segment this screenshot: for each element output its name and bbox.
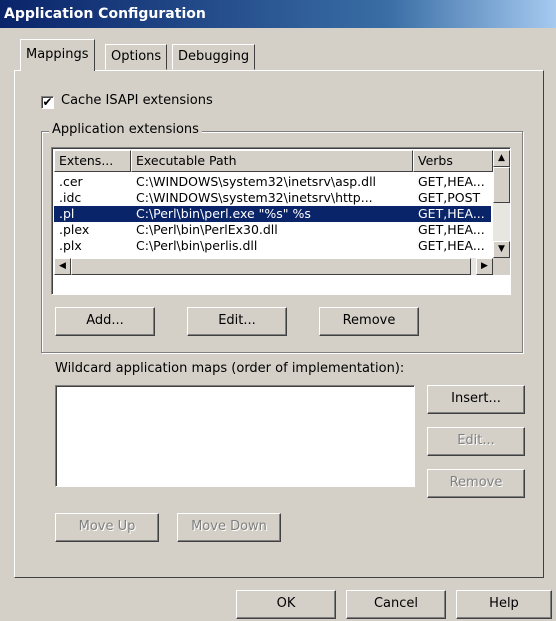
row-verbs: GET,HEA...	[418, 238, 485, 253]
tab-debugging[interactable]: Debugging	[172, 44, 256, 70]
scroll-down-arrow-icon[interactable]: ▼	[493, 241, 510, 258]
table-row[interactable]: .plex C:\Perl\bin\PerlEx30.dll GET,HEA..…	[54, 222, 485, 238]
scroll-left-arrow-icon[interactable]: ◀	[54, 258, 71, 275]
row-ext: .plex	[59, 222, 90, 237]
column-header-executable-path[interactable]: Executable Path	[131, 150, 413, 172]
remove-wildcard-button[interactable]: Remove	[427, 469, 525, 498]
row-ext: .plx	[59, 238, 82, 253]
add-extension-button[interactable]: Add...	[55, 307, 155, 336]
table-row[interactable]: .cer C:\WINDOWS\system32\inetsrv\asp.dll…	[54, 174, 485, 190]
horizontal-scroll-thumb[interactable]	[71, 258, 471, 275]
row-verbs: GET,HEA...	[418, 222, 485, 237]
extensions-listview[interactable]: Extens... Executable Path Verbs .cer C:\…	[51, 147, 511, 295]
mappings-panel: ✔ Cache ISAPI extensions Application ext…	[14, 70, 544, 578]
row-verbs: GET,HEA...	[418, 206, 485, 221]
application-extensions-legend: Application extensions	[49, 122, 202, 137]
tab-options[interactable]: Options	[105, 44, 168, 70]
wildcard-maps-listbox[interactable]	[55, 385, 415, 487]
window-title-bar: Application Configuration	[0, 0, 556, 28]
tab-options-label: Options	[111, 49, 162, 64]
row-path: C:\Perl\bin\perlis.dll	[136, 238, 258, 253]
help-button[interactable]: Help	[456, 590, 552, 619]
tab-debugging-label: Debugging	[178, 49, 250, 64]
row-ext: .idc	[59, 190, 82, 205]
check-mark-icon: ✔	[42, 95, 53, 109]
scroll-up-arrow-icon[interactable]: ▲	[493, 150, 510, 167]
scrollbar-corner	[493, 258, 510, 275]
insert-wildcard-button[interactable]: Insert...	[427, 385, 525, 414]
scroll-right-arrow-icon[interactable]: ▶	[476, 258, 493, 275]
cache-isapi-label: Cache ISAPI extensions	[61, 93, 213, 108]
edit-wildcard-button[interactable]: Edit...	[427, 427, 525, 456]
wildcard-maps-label: Wildcard application maps (order of impl…	[55, 361, 405, 376]
column-header-verbs[interactable]: Verbs	[413, 150, 493, 172]
table-row[interactable]: .idc C:\WINDOWS\system32\inetsrv\http...…	[54, 190, 480, 206]
table-row[interactable]: .plx C:\Perl\bin\perlis.dll GET,HEA...	[54, 238, 485, 254]
column-header-extension[interactable]: Extens...	[54, 150, 131, 172]
row-verbs: GET,HEA...	[418, 174, 485, 189]
ok-button[interactable]: OK	[236, 590, 336, 619]
row-path: C:\WINDOWS\system32\inetsrv\http...	[136, 190, 373, 205]
edit-extension-button[interactable]: Edit...	[187, 307, 287, 336]
row-path: C:\WINDOWS\system32\inetsrv\asp.dll	[136, 174, 377, 189]
move-down-button[interactable]: Move Down	[177, 513, 281, 542]
remove-extension-button[interactable]: Remove	[319, 307, 419, 336]
row-ext: .cer	[59, 174, 83, 189]
row-path: C:\Perl\bin\perl.exe "%s" %s	[136, 206, 311, 221]
cancel-button[interactable]: Cancel	[346, 590, 446, 619]
row-verbs: GET,POST	[418, 190, 481, 205]
table-row-selected[interactable]: .pl C:\Perl\bin\perl.exe "%s" %s GET,HEA…	[54, 206, 491, 222]
row-ext: .pl	[59, 206, 75, 221]
tab-mappings[interactable]: Mappings	[20, 39, 95, 71]
vertical-scroll-thumb[interactable]	[493, 167, 510, 203]
row-path: C:\Perl\bin\PerlEx30.dll	[136, 222, 278, 237]
tab-mappings-label: Mappings	[26, 47, 89, 62]
cache-isapi-checkbox[interactable]: ✔	[41, 96, 54, 109]
window-title: Application Configuration	[4, 6, 206, 22]
move-up-button[interactable]: Move Up	[55, 513, 159, 542]
